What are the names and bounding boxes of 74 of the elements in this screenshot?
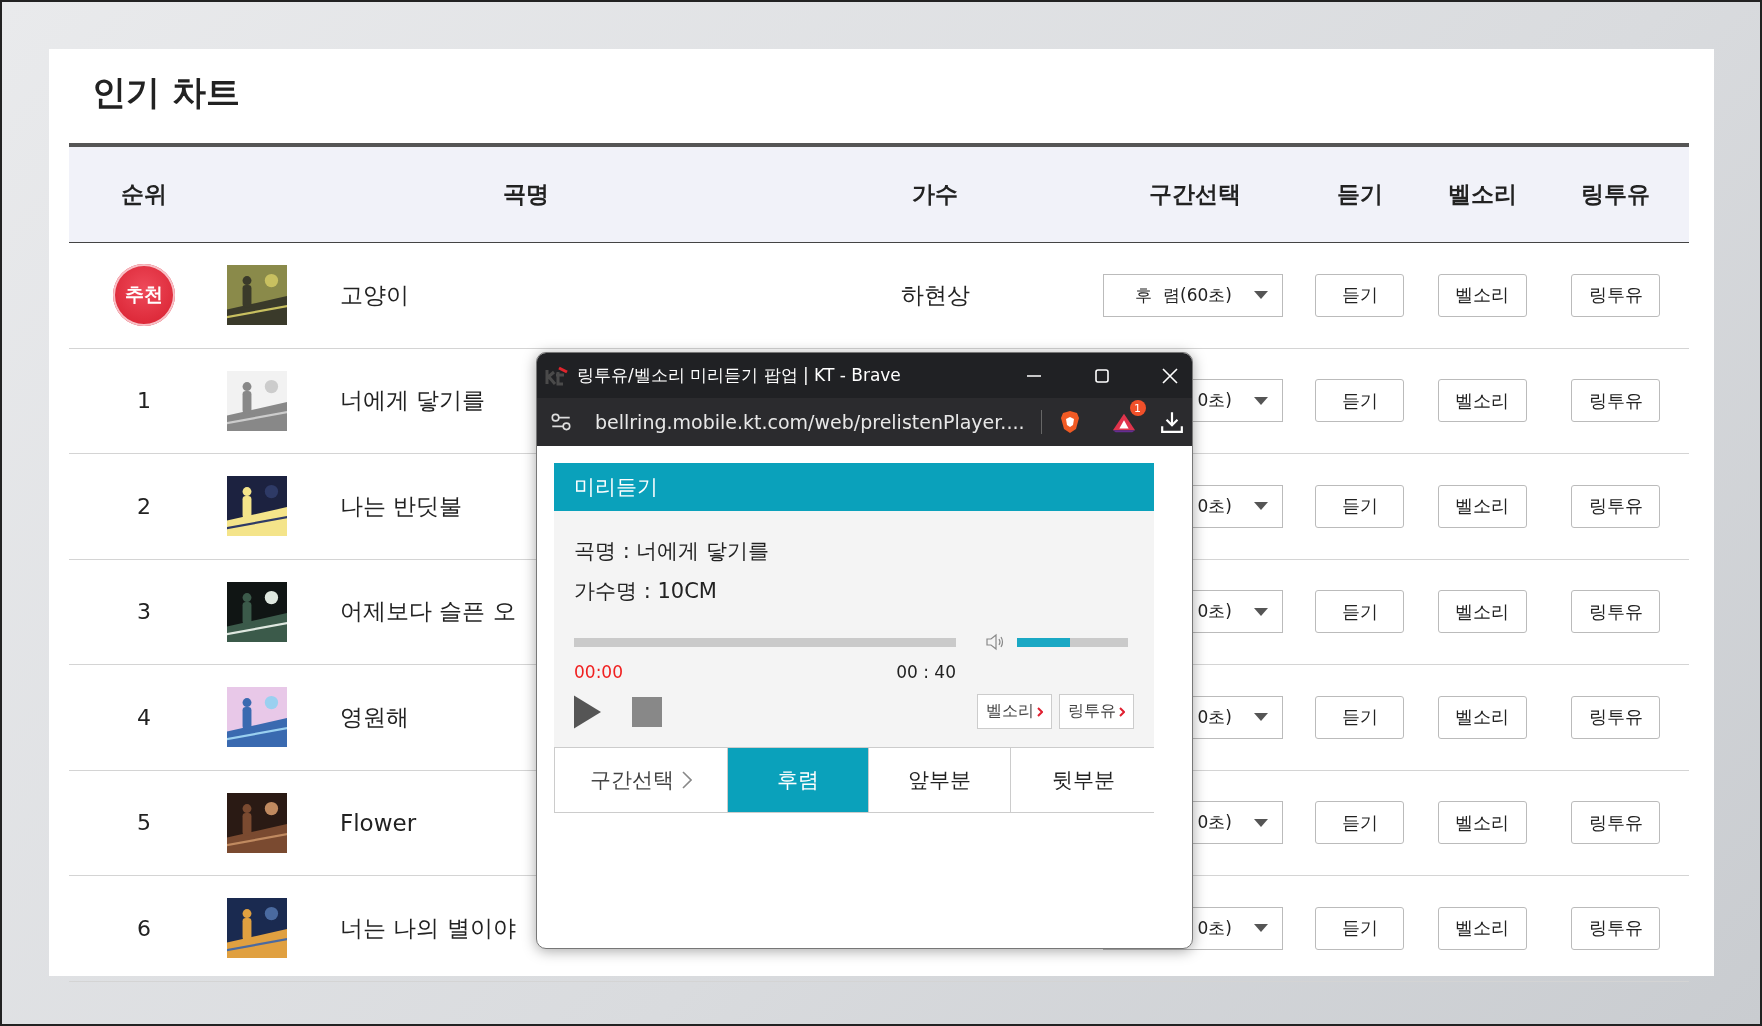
row-button[interactable]: 링투유 — [1571, 801, 1660, 845]
rank-number: 3 — [137, 599, 151, 625]
row-button[interactable]: 듣기 — [1315, 801, 1404, 845]
caret-icon — [1254, 924, 1268, 933]
row-button[interactable]: 벨소리 — [1437, 695, 1527, 739]
speaker-icon[interactable] — [984, 633, 1006, 651]
song-title[interactable]: Flower — [302, 809, 417, 836]
song-title[interactable]: 나는 반딧불 — [302, 490, 463, 522]
page-title: 인기 차트 — [91, 71, 241, 114]
row-button[interactable]: 벨소리 — [1437, 906, 1527, 950]
column-header: 가수 — [912, 180, 958, 209]
kt-logo-icon — [545, 365, 569, 386]
rank-number: 6 — [137, 915, 151, 941]
song-title[interactable]: 너에게 닿기를 — [302, 385, 486, 417]
row-button[interactable]: 듣기 — [1315, 273, 1404, 317]
download-icon[interactable] — [1159, 410, 1184, 434]
rank-number: 2 — [137, 493, 151, 519]
section-select[interactable]: 후 렴(60초) — [1103, 273, 1283, 317]
rank-number: 5 — [137, 810, 151, 836]
row-button[interactable]: 듣기 — [1315, 695, 1404, 739]
column-header: 곡명 — [502, 180, 549, 209]
url-text[interactable]: bellring.mobile.kt.com/web/prelistenPlayer.... — [595, 411, 1025, 433]
row-button[interactable]: 링투유 — [1571, 590, 1660, 634]
song-title[interactable]: 고양이 — [302, 279, 409, 311]
caret-icon — [1254, 607, 1268, 616]
row-button[interactable]: 벨소리 — [1437, 801, 1527, 845]
recommend-badge: 추천 — [113, 264, 175, 327]
song-title[interactable]: 너는 나의 별이야 — [302, 912, 516, 944]
rank-number: 1 — [137, 388, 151, 414]
row-button[interactable]: 벨소리 — [1437, 273, 1527, 317]
section-label: 구간선택 — [590, 767, 674, 794]
row-button[interactable]: 링투유 — [1571, 273, 1660, 317]
rank-number: 4 — [137, 704, 151, 730]
stop-icon[interactable] — [631, 696, 663, 727]
song-title[interactable]: 어제보다 슬픈 오 — [302, 596, 516, 628]
row-button[interactable]: 벨소리 — [1437, 484, 1527, 528]
song-info: 곡명 : 너에게 닿기를 — [574, 538, 771, 565]
caret-icon — [1254, 502, 1268, 511]
column-header: 듣기 — [1336, 180, 1383, 209]
chevron-icon — [1037, 706, 1043, 717]
caret-icon — [1254, 818, 1268, 827]
elapsed-time: 00:00 — [574, 662, 623, 682]
chevron-icon — [1119, 706, 1125, 717]
column-header: 구간선택 — [1147, 180, 1241, 209]
row-button[interactable]: 링투유 — [1571, 695, 1660, 739]
duration-time: 00 : 40 — [896, 662, 956, 682]
chevron-icon — [682, 771, 692, 789]
caret-icon — [1254, 713, 1268, 722]
play-icon[interactable] — [574, 694, 601, 729]
notification-badge: 1 — [1129, 400, 1146, 416]
artist-info: 가수명 : 10CM — [574, 578, 718, 605]
window-title: 링투유/벨소리 미리듣기 팝업 | KT - Brave — [577, 364, 902, 387]
action-button[interactable]: 링투유 — [1059, 694, 1134, 729]
song-title[interactable]: 영원해 — [302, 701, 409, 733]
row-button[interactable]: 듣기 — [1315, 906, 1404, 950]
action-button[interactable]: 벨소리 — [977, 694, 1052, 729]
preview-heading: 미리듣기 — [554, 463, 1154, 511]
column-header: 링투유 — [1581, 180, 1650, 209]
row-button[interactable]: 링투유 — [1571, 906, 1660, 950]
row-button[interactable]: 링투유 — [1571, 379, 1660, 423]
column-header: 순위 — [121, 180, 167, 209]
row-button[interactable]: 벨소리 — [1437, 590, 1527, 634]
row-button[interactable]: 듣기 — [1315, 484, 1404, 528]
row-button[interactable]: 벨소리 — [1437, 379, 1527, 423]
row-button[interactable]: 듣기 — [1315, 590, 1404, 634]
row-button[interactable]: 듣기 — [1315, 379, 1404, 423]
close-icon[interactable] — [1160, 365, 1180, 386]
volume-slider[interactable] — [1017, 637, 1128, 647]
section-tab[interactable]: 뒷부분 — [1010, 748, 1156, 812]
singer-name: 하현상 — [900, 280, 970, 310]
column-header: 벨소리 — [1447, 180, 1517, 209]
row-button[interactable]: 링투유 — [1571, 484, 1660, 528]
caret-icon — [1254, 396, 1268, 405]
caret-icon — [1254, 291, 1268, 300]
